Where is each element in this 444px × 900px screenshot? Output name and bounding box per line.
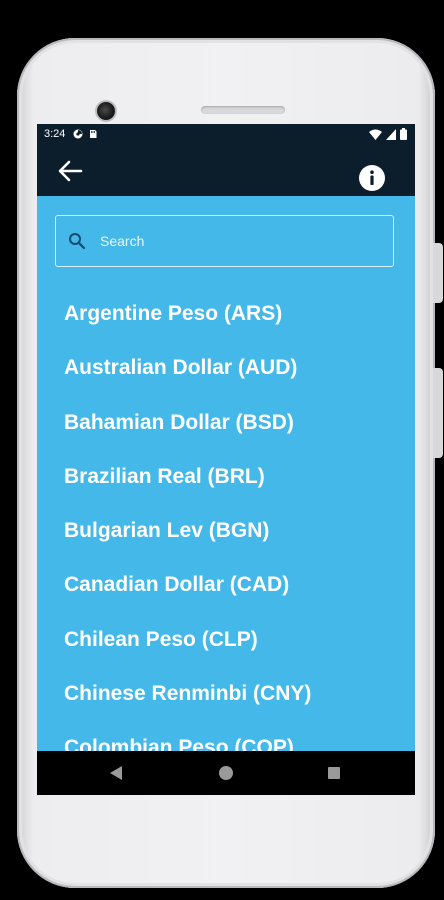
currency-item-bgn[interactable]: Bulgarian Lev (BGN) [37, 504, 415, 558]
currency-item-aud[interactable]: Australian Dollar (AUD) [37, 341, 415, 395]
search-icon [69, 233, 86, 250]
speaker-grille [201, 106, 285, 114]
wifi-icon [369, 129, 382, 140]
power-button [433, 243, 443, 303]
status-time: 3:24 [44, 128, 66, 140]
front-camera [97, 102, 115, 120]
battery-icon [400, 128, 407, 140]
nav-back-icon[interactable] [110, 766, 122, 780]
currency-item-cad[interactable]: Canadian Dollar (CAD) [37, 558, 415, 612]
app-notification-icon [73, 129, 83, 139]
info-icon[interactable] [358, 164, 386, 192]
search-box[interactable] [55, 215, 394, 267]
arrow-left-icon[interactable] [55, 156, 85, 186]
status-icons-right [369, 128, 407, 140]
nav-recents-icon[interactable] [328, 767, 340, 779]
phone-screen: 3:24 Search Argentine Peso (ARS) Austral… [37, 124, 415, 795]
system-nav-bar [37, 751, 415, 795]
nav-home-icon[interactable] [219, 766, 233, 780]
currency-item-brl[interactable]: Brazilian Real (BRL) [37, 450, 415, 504]
sd-card-icon [90, 130, 97, 138]
currency-item-ars[interactable]: Argentine Peso (ARS) [37, 287, 415, 341]
search-input[interactable] [98, 232, 362, 250]
currency-item-cny[interactable]: Chinese Renminbi (CNY) [37, 667, 415, 721]
currency-item-bsd[interactable]: Bahamian Dollar (BSD) [37, 396, 415, 450]
currency-list: Argentine Peso (ARS) Australian Dollar (… [37, 287, 415, 776]
signal-icon [386, 128, 396, 140]
volume-button [433, 368, 443, 458]
app-bar [37, 144, 415, 196]
status-bar: 3:24 [37, 124, 415, 144]
currency-item-clp[interactable]: Chilean Peso (CLP) [37, 613, 415, 667]
